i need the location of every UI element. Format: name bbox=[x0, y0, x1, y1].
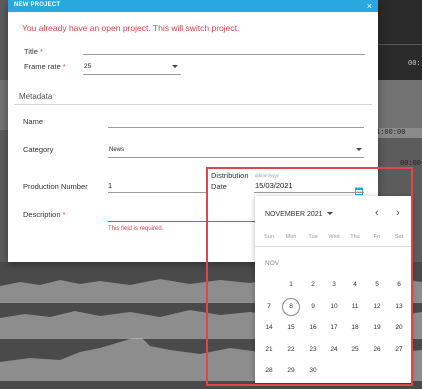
calendar-day[interactable]: 16 bbox=[304, 319, 322, 337]
ruler-time-label: 1:00:00 bbox=[376, 129, 406, 137]
dialog-title: NEW PROJECT bbox=[14, 2, 61, 8]
date-format-hint: dd/mm/yyyy bbox=[255, 173, 280, 178]
weekday-mon: Mon bbox=[285, 234, 297, 240]
calendar-day[interactable]: 9 bbox=[304, 298, 322, 316]
month-year-label: NOVEMBER 2021 bbox=[265, 211, 323, 218]
calendar-day[interactable]: 20 bbox=[390, 319, 408, 337]
timeline-ruler: 1:00:00 bbox=[372, 128, 422, 138]
switch-project-warning: You already have an open project. This w… bbox=[22, 23, 240, 33]
description-label: Description * bbox=[23, 210, 65, 219]
description-label-text: Description bbox=[23, 210, 61, 219]
calendar-day[interactable]: 4 bbox=[346, 276, 364, 294]
previous-month-button[interactable]: ‹ bbox=[375, 207, 379, 219]
title-label-text: Title bbox=[24, 47, 38, 56]
calendar-day[interactable]: 24 bbox=[325, 341, 343, 359]
production-number-label: Production Number bbox=[23, 182, 88, 191]
month-year-selector[interactable]: NOVEMBER 2021 bbox=[265, 211, 333, 218]
calendar-day[interactable]: 15 bbox=[282, 319, 300, 337]
calendar-day[interactable]: 25 bbox=[346, 341, 364, 359]
viewer-timecode: 00: bbox=[408, 60, 421, 68]
name-label: Name bbox=[23, 117, 44, 126]
calendar-day[interactable]: 26 bbox=[368, 341, 386, 359]
chevron-down-icon bbox=[326, 212, 333, 215]
viewer-divider bbox=[372, 44, 422, 45]
calendar-day[interactable]: 17 bbox=[325, 319, 343, 337]
viewer-panel bbox=[372, 0, 422, 80]
category-underline bbox=[108, 157, 364, 158]
weekday-sat: Sat bbox=[394, 234, 404, 240]
dialog-header: NEW PROJECT × bbox=[8, 0, 378, 12]
weekday-tue: Tue bbox=[308, 234, 318, 240]
calendar-day[interactable]: 22 bbox=[282, 341, 300, 359]
calendar-day[interactable]: 14 bbox=[260, 319, 278, 337]
required-mark: * bbox=[62, 210, 66, 219]
close-icon[interactable]: × bbox=[367, 0, 372, 12]
metadata-heading: Metadata bbox=[19, 92, 53, 101]
title-input[interactable] bbox=[84, 45, 364, 54]
production-number-underline bbox=[108, 192, 206, 193]
calendar-day[interactable]: 5 bbox=[368, 276, 386, 294]
title-input-underline bbox=[83, 54, 365, 55]
calendar-day[interactable]: 2 bbox=[304, 276, 322, 294]
production-number-input[interactable]: 1 bbox=[108, 181, 198, 190]
calendar-day[interactable]: 13 bbox=[390, 298, 408, 316]
frame-rate-label: Frame rate * bbox=[24, 62, 66, 71]
category-label: Category bbox=[23, 145, 54, 154]
name-input-underline bbox=[108, 127, 364, 128]
distribution-date-label-line2: Date bbox=[211, 182, 227, 191]
calendar-day[interactable]: 3 bbox=[325, 276, 343, 294]
required-mark: * bbox=[62, 62, 66, 71]
month-group-label: NOV bbox=[265, 260, 280, 267]
calendar-day[interactable]: 6 bbox=[390, 276, 408, 294]
weekday-sun: Sun bbox=[264, 234, 274, 240]
calendar-day[interactable]: 23 bbox=[304, 341, 322, 359]
metadata-divider bbox=[14, 104, 372, 105]
calendar-day[interactable]: 1 bbox=[282, 276, 300, 294]
calendar-day[interactable]: 7 bbox=[260, 298, 278, 316]
date-picker-popup: NOVEMBER 2021 ‹ › Sun Mon Tue Wed Thu Fr… bbox=[255, 196, 412, 383]
name-input[interactable] bbox=[108, 117, 364, 126]
next-month-button[interactable]: › bbox=[396, 207, 400, 219]
calendar-day[interactable]: 18 bbox=[346, 319, 364, 337]
distribution-date-underline bbox=[254, 192, 364, 193]
calendar-day[interactable]: 12 bbox=[368, 298, 386, 316]
weekday-wed: Wed bbox=[328, 234, 340, 240]
calendar-day[interactable]: 19 bbox=[368, 319, 386, 337]
calendar-day[interactable]: 27 bbox=[390, 341, 408, 359]
chevron-down-icon[interactable] bbox=[356, 148, 362, 151]
distribution-date-input[interactable]: 15/03/2021 bbox=[255, 181, 351, 190]
frame-rate-label-text: Frame rate bbox=[24, 62, 61, 71]
description-error-underline bbox=[108, 221, 256, 222]
calendar-day[interactable]: 21 bbox=[260, 341, 278, 359]
calendar-day[interactable]: 30 bbox=[304, 362, 322, 380]
calendar-day[interactable]: 11 bbox=[346, 298, 364, 316]
description-error-message: This field is required. bbox=[108, 226, 164, 232]
distribution-date-label-line1: Distribution bbox=[211, 171, 249, 180]
chevron-down-icon[interactable] bbox=[172, 65, 178, 68]
weekday-divider bbox=[255, 246, 412, 247]
calendar-day[interactable]: 29 bbox=[282, 362, 300, 380]
title-label: Title * bbox=[24, 47, 43, 56]
weekday-fri: Fri bbox=[373, 234, 381, 240]
category-select[interactable]: News bbox=[109, 147, 349, 153]
description-input[interactable] bbox=[108, 210, 254, 219]
weekday-thu: Thu bbox=[350, 234, 360, 240]
required-mark: * bbox=[39, 47, 43, 56]
timeline-timecode: 00:00 bbox=[400, 160, 422, 168]
frame-rate-select[interactable]: 25 bbox=[84, 63, 180, 70]
frame-rate-underline bbox=[83, 74, 181, 75]
calendar-icon[interactable] bbox=[355, 182, 363, 195]
calendar-day[interactable]: 28 bbox=[260, 362, 278, 380]
calendar-day-today[interactable]: 8 bbox=[282, 298, 300, 316]
calendar-day[interactable]: 10 bbox=[325, 298, 343, 316]
